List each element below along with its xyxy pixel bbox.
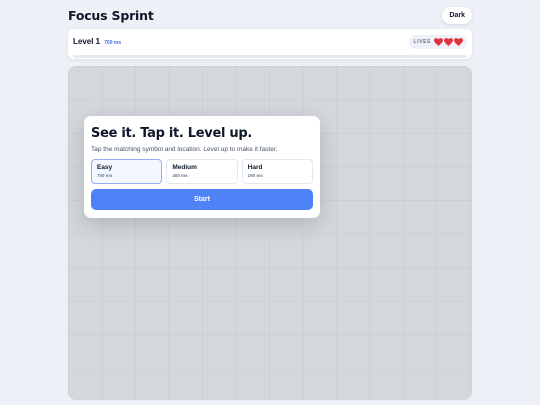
difficulty-options: Easy 700 ms Medium 400 ms Hard 150 ms xyxy=(91,159,313,184)
app-title: Focus Sprint xyxy=(68,7,154,23)
dialog-subtitle: Tap the matching symbol and location. Le… xyxy=(91,146,278,153)
difficulty-option-medium[interactable]: Medium 400 ms xyxy=(166,159,238,184)
status-bar: Level 1 700 ms LIVES xyxy=(68,29,472,59)
heart-icon xyxy=(434,37,443,46)
difficulty-name: Medium xyxy=(172,164,197,171)
level-indicator: Level 1 700 ms xyxy=(73,37,121,46)
dialog-title: See it. Tap it. Level up. xyxy=(91,126,252,141)
difficulty-option-easy[interactable]: Easy 700 ms xyxy=(91,159,163,184)
level-progress-bar xyxy=(73,55,467,58)
difficulty-speed: 400 ms xyxy=(172,173,188,178)
app-header: Focus Sprint Dark xyxy=(68,5,472,25)
difficulty-option-hard[interactable]: Hard 150 ms xyxy=(241,159,313,184)
difficulty-name: Hard xyxy=(247,164,263,171)
level-label: Level 1 xyxy=(73,37,101,46)
heart-icon xyxy=(444,37,453,46)
start-dialog: See it. Tap it. Level up. Tap the matchi… xyxy=(84,116,320,218)
difficulty-speed: 700 ms xyxy=(97,173,113,178)
start-button[interactable]: Start xyxy=(91,189,313,210)
dark-mode-toggle-button[interactable]: Dark xyxy=(442,6,472,24)
difficulty-name: Easy xyxy=(97,164,113,171)
heart-icon xyxy=(454,37,463,46)
difficulty-speed: 150 ms xyxy=(247,173,263,178)
lives-indicator: LIVES xyxy=(408,34,467,49)
speed-label: 700 ms xyxy=(104,40,122,46)
lives-label: LIVES xyxy=(413,38,431,45)
hearts-group xyxy=(434,37,463,46)
